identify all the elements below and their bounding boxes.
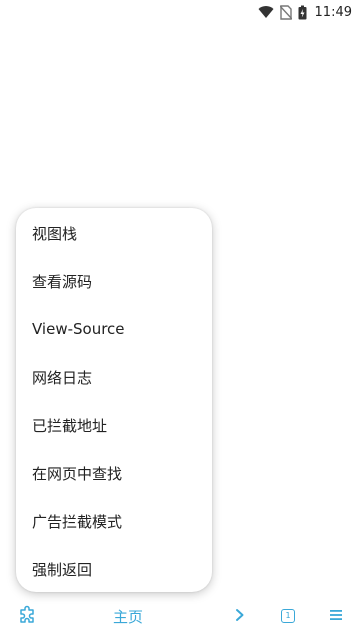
status-bar: 11:49 xyxy=(0,0,360,24)
menu-item-view-source[interactable]: View-Source xyxy=(16,305,212,353)
menu-item-view-stack[interactable]: 视图栈 xyxy=(16,209,212,257)
menu-button[interactable] xyxy=(322,592,350,640)
menu-item-network-log[interactable]: 网络日志 xyxy=(16,353,212,401)
menu-item-view-source-code[interactable]: 查看源码 xyxy=(16,257,212,305)
menu-icon xyxy=(329,607,343,626)
tab-count: 1 xyxy=(281,609,295,623)
wifi-icon xyxy=(258,5,274,19)
status-time: 11:49 xyxy=(314,4,352,20)
extensions-button[interactable] xyxy=(10,592,46,640)
home-button[interactable]: 主页 xyxy=(100,592,156,640)
menu-item-find-in-page[interactable]: 在网页中查找 xyxy=(16,449,212,497)
chevron-right-icon xyxy=(234,607,246,626)
overflow-menu: 视图栈 查看源码 View-Source 网络日志 已拦截地址 在网页中查找 广… xyxy=(16,208,212,592)
no-sim-icon xyxy=(279,4,292,20)
forward-button[interactable] xyxy=(226,592,254,640)
battery-charging-icon xyxy=(298,5,307,20)
menu-item-blocked-urls[interactable]: 已拦截地址 xyxy=(16,401,212,449)
menu-item-force-back[interactable]: 强制返回 xyxy=(16,545,212,593)
puzzle-icon xyxy=(18,604,38,628)
menu-item-adblock-mode[interactable]: 广告拦截模式 xyxy=(16,497,212,545)
bottom-toolbar: 主页 1 xyxy=(0,592,360,640)
tabs-button[interactable]: 1 xyxy=(274,592,302,640)
